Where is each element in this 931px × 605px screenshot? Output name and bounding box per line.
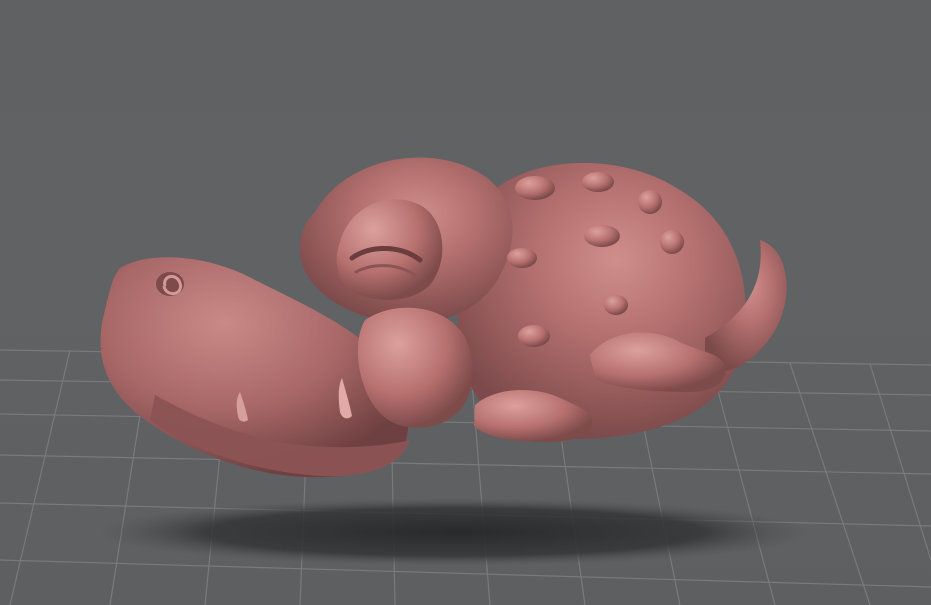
bump [507, 248, 537, 268]
sculpt-model[interactable] [100, 157, 787, 478]
bump [604, 295, 628, 315]
3d-viewport[interactable] [0, 0, 931, 605]
floor-shadow [100, 498, 810, 566]
viewport-canvas[interactable] [0, 0, 931, 605]
bump [660, 230, 684, 254]
bump [518, 325, 550, 347]
bump [584, 225, 620, 247]
bump [638, 190, 662, 214]
bump [582, 172, 614, 192]
bump [515, 176, 555, 200]
